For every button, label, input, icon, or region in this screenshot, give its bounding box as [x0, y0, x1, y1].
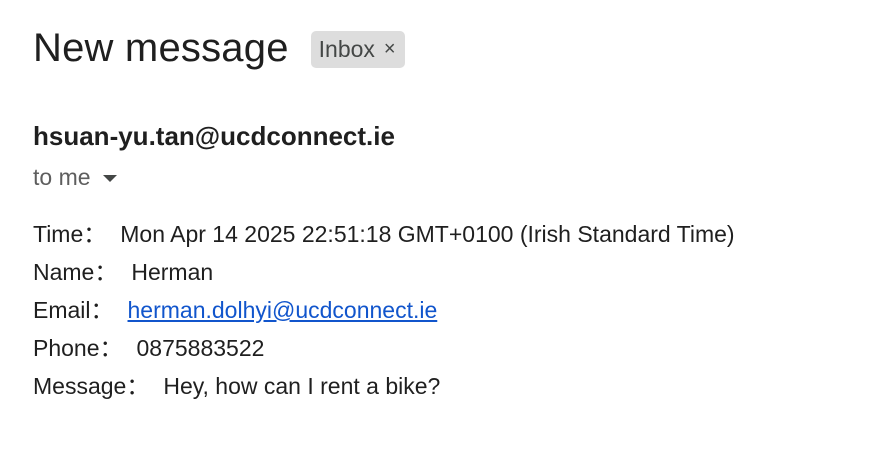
email-header: New message Inbox ×	[33, 20, 405, 76]
dropdown-caret-icon[interactable]	[102, 174, 117, 182]
field-separator: ：	[94, 259, 118, 285]
message-label: Message	[33, 373, 127, 399]
recipient-details-toggle[interactable]: to me	[33, 162, 117, 192]
field-row-name: Name： Herman	[33, 254, 735, 292]
email-subject: New message	[33, 26, 289, 70]
phone-label: Phone	[33, 335, 100, 361]
field-row-phone: Phone： 0875883522	[33, 330, 735, 368]
message-body: Time： Mon Apr 14 2025 22:51:18 GMT+0100 (…	[33, 216, 735, 406]
message-value: Hey, how can I rent a bike?	[163, 373, 441, 399]
field-separator: ：	[90, 297, 114, 323]
name-label: Name	[33, 259, 95, 285]
field-separator: ：	[126, 373, 150, 399]
field-row-message: Message： Hey, how can I rent a bike?	[33, 368, 735, 406]
sender-address[interactable]: hsuan-yu.tan@ucdconnect.ie	[33, 118, 395, 154]
remove-label-icon[interactable]: ×	[384, 34, 396, 65]
name-value: Herman	[131, 259, 214, 285]
recipient-label: to me	[33, 164, 91, 190]
email-label: Email	[33, 297, 91, 323]
label-chip-text: Inbox	[318, 35, 375, 62]
time-label: Time	[33, 221, 84, 247]
field-row-time: Time： Mon Apr 14 2025 22:51:18 GMT+0100 (…	[33, 216, 735, 254]
field-separator: ：	[99, 335, 123, 361]
phone-value: 0875883522	[136, 335, 265, 361]
field-row-email: Email： herman.dolhyi@ucdconnect.ie	[33, 292, 735, 330]
email-link[interactable]: herman.dolhyi@ucdconnect.ie	[128, 297, 438, 323]
time-value: Mon Apr 14 2025 22:51:18 GMT+0100 (Irish…	[120, 221, 735, 247]
field-separator: ：	[83, 221, 107, 247]
inbox-label-chip[interactable]: Inbox ×	[310, 30, 405, 68]
